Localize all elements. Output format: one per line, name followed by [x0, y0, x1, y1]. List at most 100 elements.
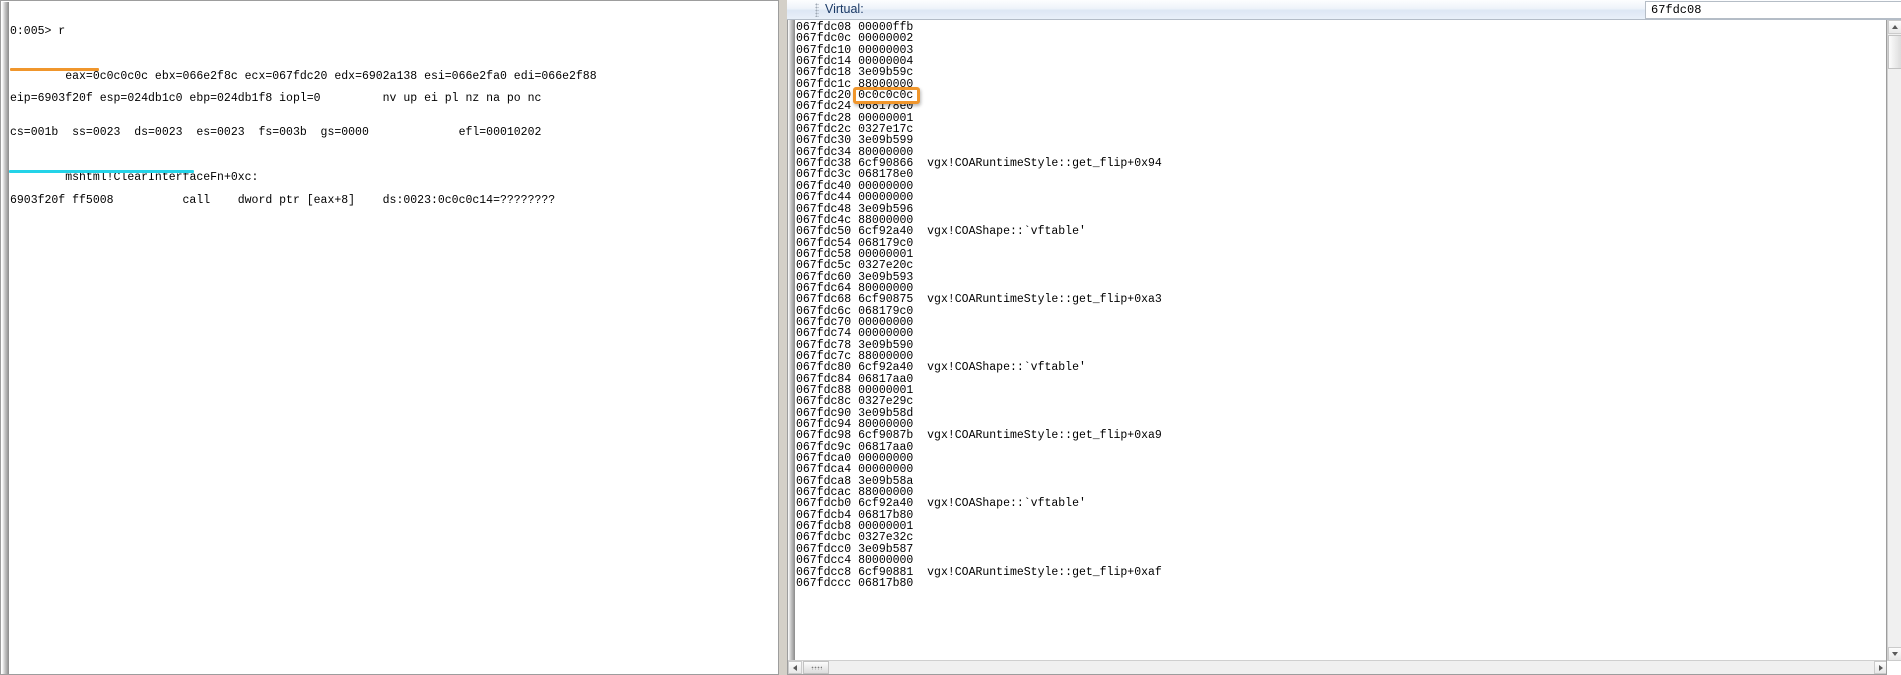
memory-value: 6cf90875	[858, 293, 914, 307]
memory-row[interactable]: 067fdcb8 00000001	[796, 521, 1884, 533]
grip-dots-icon	[811, 666, 822, 670]
memory-row[interactable]: 067fdc2c 0327e17c	[796, 124, 1884, 136]
scroll-right-arrow-icon[interactable]	[1874, 661, 1886, 674]
command-line: eax=0c0c0c0c ebx=066e2f8c ecx=067fdc20 e…	[10, 59, 777, 82]
memory-row[interactable]: 067fdc50 6cf92a40 vgx!COAShape::`vftable…	[796, 225, 1884, 239]
memory-row[interactable]: 067fdc08 00000ffb	[796, 22, 1884, 34]
memory-row[interactable]: 067fdc0c 00000002	[796, 32, 1884, 46]
memory-address: 067fdc80	[796, 361, 852, 375]
memory-value-highlighted: 0c0c0c0c	[853, 86, 921, 105]
memory-symbol: vgx!COARuntimeStyle::get_flip+0xa3	[927, 293, 1162, 307]
memory-row[interactable]: 067fdcb4 06817b80	[796, 509, 1884, 521]
memory-row[interactable]: 067fdcb0 6cf92a40 vgx!COAShape::`vftable…	[796, 497, 1884, 511]
memory-row[interactable]: 067fdc78 3e09b590	[796, 339, 1884, 351]
memory-symbol: vgx!COARuntimeStyle::get_flip+0x94	[927, 157, 1162, 171]
memory-row[interactable]: 067fdc70 00000000	[796, 317, 1884, 329]
memory-row[interactable]: 067fdca8 3e09b58a	[796, 475, 1884, 487]
command-line: eip=6903f20f esp=024db1c0 ebp=024db1f8 i…	[10, 92, 542, 106]
memory-row[interactable]: 067fdc40 00000000	[796, 180, 1884, 192]
memory-address: 067fdc8c	[796, 395, 852, 409]
memory-value: 00000000	[858, 327, 914, 341]
horizontal-scroll-thumb[interactable]	[803, 661, 829, 674]
memory-value: 00000002	[858, 32, 914, 46]
symbol-line: mshtml!ClearInterfaceFn+0xc:	[65, 171, 259, 185]
memory-value: 80000000	[858, 554, 914, 568]
memory-row[interactable]: 067fdc84 06817aa0	[796, 373, 1884, 385]
virtual-address-label: Virtual:	[825, 2, 864, 16]
memory-row[interactable]: 067fdc5c 0327e20c	[796, 259, 1884, 273]
memory-row[interactable]: 067fdca0 00000000	[796, 453, 1884, 465]
memory-row[interactable]: 067fdc88 00000001	[796, 385, 1884, 397]
memory-row[interactable]: 067fdc3c 068178e0	[796, 169, 1884, 181]
memory-row[interactable]: 067fdc8c 0327e29c	[796, 395, 1884, 409]
memory-value: 6cf92a40	[858, 225, 914, 239]
command-line: mshtml!ClearInterfaceFn+0xc:	[9, 161, 777, 184]
memory-vertical-scrollbar[interactable]	[1887, 20, 1901, 661]
virtual-address-value: 67fdc08	[1651, 3, 1702, 17]
memory-row[interactable]: 067fdc90 3e09b58d	[796, 407, 1884, 419]
memory-address: 067fdc44	[796, 191, 852, 205]
memory-address: 067fdc50	[796, 225, 852, 239]
debugger-window: 0:005> r eax=0c0c0c0c ebx=066e2f8c ecx=0…	[0, 0, 1901, 675]
memory-row[interactable]: 067fdc80 6cf92a40 vgx!COAShape::`vftable…	[796, 361, 1884, 375]
memory-row[interactable]: 067fdc9c 06817aa0	[796, 441, 1884, 453]
memory-row[interactable]: 067fdc28 00000001	[796, 112, 1884, 124]
memory-row[interactable]: 067fdc6c 068179c0	[796, 305, 1884, 317]
memory-pane-gutter	[788, 20, 795, 674]
memory-row[interactable]: 067fdc18 3e09b59c	[796, 67, 1884, 79]
memory-row[interactable]: 067fdc54 068179c0	[796, 237, 1884, 249]
drag-grip-icon[interactable]	[815, 3, 819, 17]
memory-value: 6cf92a40	[858, 361, 914, 375]
memory-horizontal-scrollbar[interactable]	[788, 660, 1886, 674]
memory-symbol: vgx!COAShape::`vftable'	[927, 225, 1086, 239]
memory-row[interactable]: 067fdccc 06817b80	[796, 576, 1884, 590]
memory-row[interactable]: 067fdc1c 88000000	[796, 78, 1884, 90]
memory-address: 067fdc68	[796, 293, 852, 307]
memory-row[interactable]: 067fdcbc 0327e32c	[796, 532, 1884, 544]
memory-address: 067fdc0c	[796, 32, 852, 46]
memory-row[interactable]: 067fdcc0 3e09b587	[796, 543, 1884, 555]
register-line-eax: eax=0c0c0c0c ebx=066e2f8c ecx=067fdc20 e…	[65, 69, 597, 83]
memory-address: 067fdc5c	[796, 259, 852, 273]
command-output-text[interactable]: 0:005> r eax=0c0c0c0c ebx=066e2f8c ecx=0…	[9, 2, 777, 673]
scroll-left-arrow-icon[interactable]	[788, 661, 802, 674]
memory-value: 06817b80	[858, 576, 914, 590]
scroll-up-arrow-icon[interactable]	[1888, 20, 1901, 34]
memory-row[interactable]: 067fdc30 3e09b599	[796, 135, 1884, 147]
memory-row[interactable]: 067fdc60 3e09b593	[796, 271, 1884, 283]
memory-row[interactable]: 067fdc10 00000003	[796, 44, 1884, 56]
memory-row[interactable]: 067fdc24 068178e0	[796, 101, 1884, 113]
memory-row[interactable]: 067fdcc8 6cf90881 vgx!COARuntimeStyle::g…	[796, 565, 1884, 579]
command-pane-gutter	[2, 2, 9, 674]
memory-row[interactable]: 067fdc48 3e09b596	[796, 203, 1884, 215]
memory-row[interactable]: 067fdca4 00000000	[796, 464, 1884, 476]
memory-address: 067fdc74	[796, 327, 852, 341]
memory-window: Virtual: 67fdc08 Display format: Pointer…	[787, 0, 1901, 675]
memory-toolbar: Virtual: 67fdc08 Display format: Pointer…	[787, 0, 1901, 20]
memory-dump-area[interactable]: 067fdc08 00000ffb 067fdc0c 00000002 067fdc…	[787, 20, 1887, 675]
disassembly-line: 6903f20f ff5008 call dword ptr [eax+8] d…	[10, 194, 556, 208]
memory-row[interactable]: 067fdc14 00000004	[796, 56, 1884, 68]
command-line: cs=001b ss=0023 ds=0023 es=0023 fs=003b …	[10, 126, 542, 140]
scroll-down-arrow-icon[interactable]	[1888, 647, 1901, 661]
memory-row[interactable]: 067fdc74 00000000	[796, 327, 1884, 341]
memory-symbol: vgx!COAShape::`vftable'	[927, 361, 1086, 375]
memory-address: 067fdcc4	[796, 554, 852, 568]
memory-row[interactable]: 067fdc58 00000001	[796, 248, 1884, 260]
command-line: 0:005> r	[10, 24, 66, 38]
memory-row[interactable]: 067fdc20 0c0c0c0c	[796, 86, 1884, 105]
memory-symbol: vgx!COARuntimeStyle::get_flip+0xaf	[927, 565, 1162, 579]
command-output-pane[interactable]: 0:005> r eax=0c0c0c0c ebx=066e2f8c ecx=0…	[0, 0, 779, 675]
memory-row[interactable]: 067fdc68 6cf90875 vgx!COARuntimeStyle::g…	[796, 293, 1884, 307]
memory-symbol: vgx!COAShape::`vftable'	[927, 497, 1086, 511]
memory-row[interactable]: 067fdc98 6cf9087b vgx!COARuntimeStyle::g…	[796, 429, 1884, 443]
memory-row[interactable]: 067fdcc4 80000000	[796, 554, 1884, 568]
memory-address: 067fdccc	[796, 576, 852, 590]
memory-value: 00000000	[858, 191, 914, 205]
memory-row[interactable]: 067fdc38 6cf90866 vgx!COARuntimeStyle::g…	[796, 157, 1884, 171]
memory-symbol: vgx!COARuntimeStyle::get_flip+0xa9	[927, 429, 1162, 443]
vertical-scroll-thumb[interactable]	[1888, 35, 1901, 69]
memory-value: 0327e29c	[858, 395, 914, 409]
memory-row-list[interactable]: 067fdc08 00000ffb 067fdc0c 00000002 067fdc…	[796, 22, 1884, 674]
memory-row[interactable]: 067fdc44 00000000	[796, 191, 1884, 205]
